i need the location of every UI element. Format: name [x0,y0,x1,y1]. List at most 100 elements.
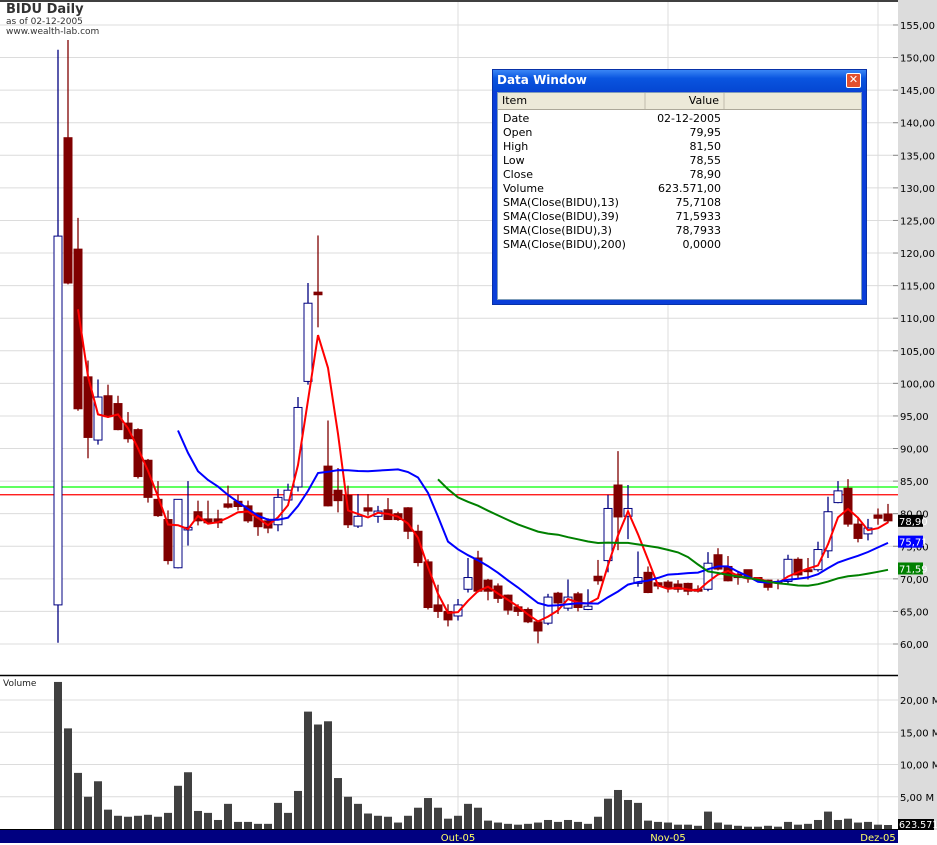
price-tick-label: 95,00 [900,412,929,423]
volume-bar [84,796,92,829]
price-tick-label: 150,00 [900,54,935,65]
row-value: 81,50 [689,140,722,153]
column-header-item[interactable]: Item [498,93,646,109]
price-tick-label: 90,00 [900,445,929,456]
volume-bar [774,826,782,829]
volume-bar [854,822,862,829]
volume-bar [704,811,712,829]
column-header-empty [725,93,861,109]
volume-bar [264,823,272,829]
as-of-date: as of 02-12-2005 [6,17,83,27]
row-value: 0,0000 [682,238,722,251]
volume-tick-label: 15,00 M [900,728,937,739]
candle-down [883,513,893,522]
volume-bar [274,802,282,829]
row-item: SMA(Close(BIDU),39) [503,210,619,223]
row-item: Low [503,154,525,167]
volume-bar [614,789,622,829]
data-window-row[interactable]: SMA(Close(BIDU),3) 78,7933 [498,224,861,238]
price-tick-label: 100,00 [900,379,935,390]
last-value-badge-label: 75,71 [899,538,928,549]
data-window-row[interactable]: SMA(Close(BIDU),13) 75,7108 [498,196,861,210]
data-window-row[interactable]: Volume 623.571,00 [498,182,861,196]
data-window-title-bar[interactable]: Data Window ✕ [493,70,866,91]
price-tick-label: 120,00 [900,249,935,260]
candle-down [63,137,73,284]
volume-bar [794,824,802,829]
data-window-row[interactable]: Date 02-12-2005 [498,112,861,126]
volume-bar [784,821,792,829]
data-window-title: Data Window [497,73,587,87]
volume-bar [474,807,482,829]
date-tick-label: Out-05 [441,833,475,844]
volume-bar [464,803,472,829]
volume-bar [624,799,632,829]
volume-bar [364,813,372,829]
row-value: 02-12-2005 [657,112,721,125]
price-tick-label: 125,00 [900,216,935,227]
volume-bar [864,821,872,829]
source-url: www.wealth-lab.com [6,27,100,37]
row-value: 78,90 [689,168,722,181]
price-tick-label: 105,00 [900,347,935,358]
chart-title: BIDU Daily [6,2,84,17]
candle-up [53,235,63,606]
volume-bar [604,798,612,829]
data-window[interactable]: Data Window ✕ Item Value Date 02-12-2005 O… [492,69,867,305]
volume-bar [204,812,212,829]
row-item: SMA(Close(BIDU),200) [503,238,626,251]
volume-tick-label: 20,00 M [900,696,937,707]
volume-bar [104,809,112,829]
candle-down [103,395,113,418]
data-window-row[interactable]: Close 78,90 [498,168,861,182]
row-value: 623.571,00 [658,182,721,195]
volume-bar [484,820,492,829]
column-header-value[interactable]: Value [646,93,725,109]
volume-bar [694,825,702,829]
candle-down [873,514,883,519]
price-tick-label: 115,00 [900,282,935,293]
volume-bar [524,823,532,829]
candle-up [833,490,843,504]
price-tick-label: 130,00 [900,184,935,195]
row-item: High [503,140,529,153]
volume-bar [124,816,132,829]
volume-bar [294,790,302,829]
data-window-row[interactable]: Open 79,95 [498,126,861,140]
volume-tick-label: 5,00 M [900,793,934,804]
candle-down [433,604,443,612]
volume-pane-label: Volume [3,679,37,689]
volume-bar [314,724,322,829]
volume-bar [164,812,172,829]
data-window-row[interactable]: SMA(Close(BIDU),200) 0,0000 [498,238,861,252]
candle-down [533,621,543,632]
data-window-row[interactable]: High 81,50 [498,140,861,154]
volume-bar [454,815,462,829]
volume-bar [814,819,822,829]
candle-down [313,291,323,296]
candle-up [173,498,183,569]
candle-up [303,302,313,382]
price-tick-label: 85,00 [900,477,929,488]
date-tick-label: Nov-05 [650,833,686,844]
data-window-row[interactable]: Low 78,55 [498,154,861,168]
volume-bar [884,825,892,829]
volume-bar [154,816,162,829]
data-window-rows: Date 02-12-2005 Open 79,95 High 81,50 Low 78,55… [498,110,861,252]
row-value: 75,7108 [675,196,722,209]
sma-lines [77,309,889,623]
data-window-list: Item Value Date 02-12-2005 Open 79,95 High 81… [497,92,862,300]
last-value-badge-label: 71,59 [899,564,928,575]
volume-bar [234,821,242,829]
data-window-row[interactable]: SMA(Close(BIDU),39) 71,5933 [498,210,861,224]
volume-bar [584,823,592,829]
row-item: SMA(Close(BIDU),13) [503,196,619,209]
volume-bar [304,711,312,829]
volume-bar [874,824,882,829]
date-tick-label: Dez-05 [860,833,895,844]
volume-bar [74,772,82,829]
row-item: Volume [503,182,544,195]
close-icon[interactable]: ✕ [846,73,861,88]
volume-bar [564,819,572,829]
price-tick-label: 70,00 [900,575,929,586]
